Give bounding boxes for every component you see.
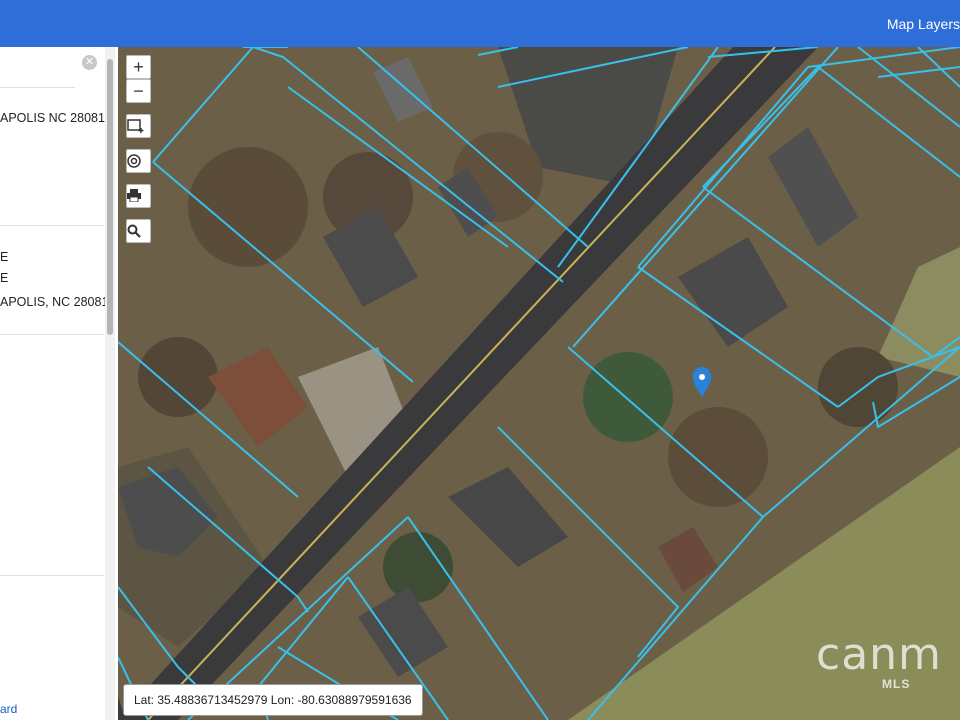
pin-dot bbox=[699, 374, 705, 380]
listing-divider bbox=[0, 225, 104, 226]
tree-canopy bbox=[668, 407, 768, 507]
listing1-address: APOLIS NC 28081 bbox=[0, 111, 105, 125]
coordinates-readout: Lat: 35.48836713452979 Lon: -80.63088979… bbox=[123, 684, 423, 716]
panel-rule bbox=[0, 87, 75, 88]
draw-rectangle-icon bbox=[127, 119, 144, 133]
satellite-map[interactable]: + − Lat: 35.48836713452979 Lon: -80.6308… bbox=[118, 47, 960, 720]
tree-canopy bbox=[818, 347, 898, 427]
listing-side-panel: ✕ APOLIS NC 28081 E E APOLIS, NC 28081 a… bbox=[0, 47, 119, 720]
printer-icon bbox=[127, 189, 141, 202]
listing2-line2: E bbox=[0, 271, 9, 285]
search-icon bbox=[127, 224, 141, 238]
dashboard-link[interactable]: ard bbox=[0, 702, 17, 716]
zoom-out-button[interactable]: − bbox=[126, 79, 151, 103]
listing2-line1: E bbox=[0, 250, 9, 264]
draw-area-button[interactable] bbox=[126, 114, 151, 138]
zoom-in-button[interactable]: + bbox=[126, 55, 151, 79]
listing-divider bbox=[0, 334, 104, 335]
print-button[interactable] bbox=[126, 184, 151, 208]
listing-divider bbox=[0, 575, 104, 576]
tree-canopy bbox=[583, 352, 673, 442]
compass-icon bbox=[127, 154, 141, 168]
aerial-imagery bbox=[118, 47, 960, 720]
panel-scrollbar-thumb[interactable] bbox=[107, 59, 113, 335]
map-layers-button[interactable]: Map Layers bbox=[887, 16, 960, 32]
canopy-mls-watermark: canm MLS bbox=[816, 629, 960, 693]
listing2-address: APOLIS, NC 28081 bbox=[0, 295, 109, 309]
tree-canopy bbox=[138, 337, 218, 417]
location-button[interactable] bbox=[126, 149, 151, 173]
top-navigation-bar: Map Layers bbox=[0, 0, 960, 47]
search-map-button[interactable] bbox=[126, 219, 151, 243]
watermark-sub: MLS bbox=[882, 677, 911, 691]
close-panel-button[interactable]: ✕ bbox=[82, 55, 97, 70]
watermark-brand: canm bbox=[816, 629, 942, 680]
